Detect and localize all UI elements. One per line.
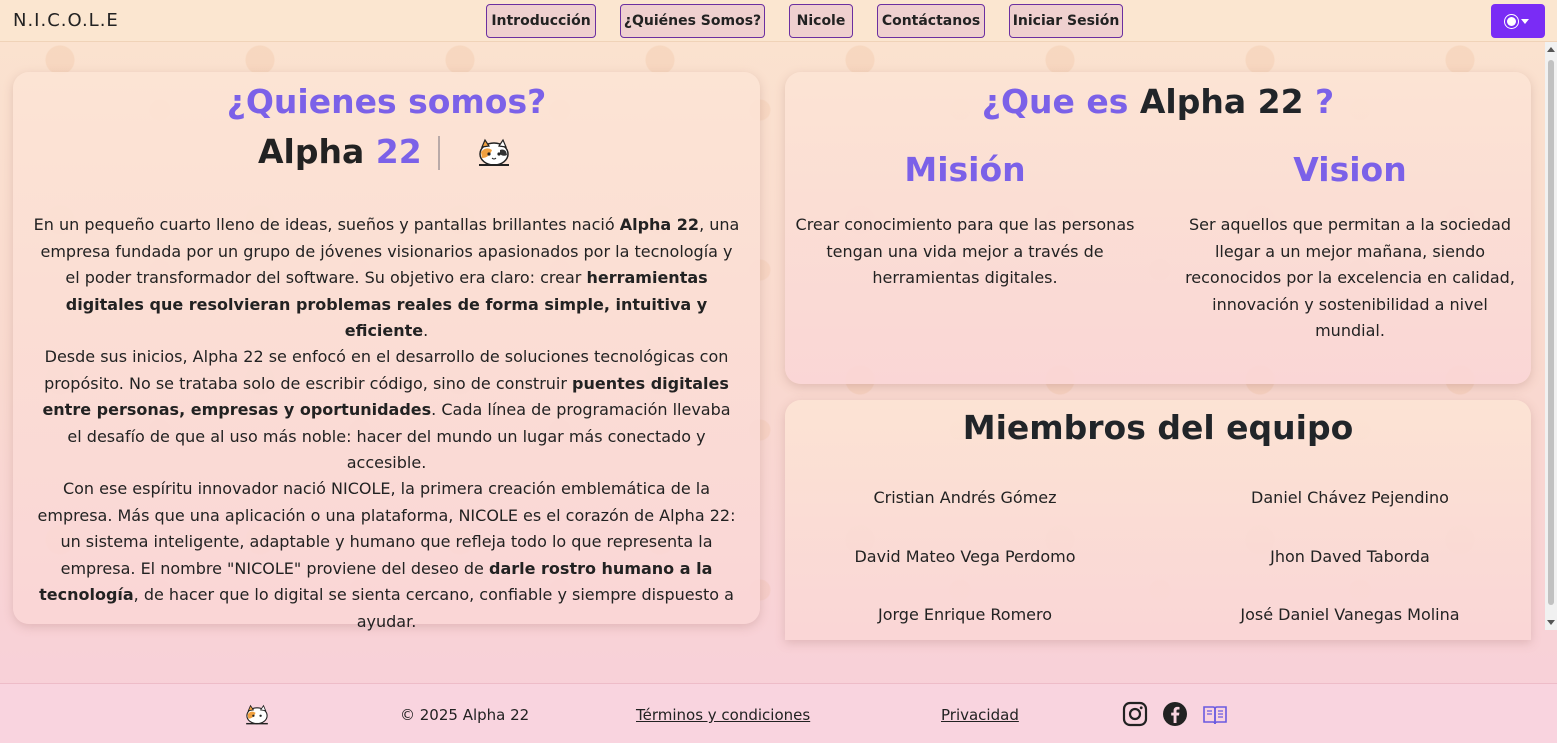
about-paragraph-2: Desde sus inicios, Alpha 22 se enfocó en… bbox=[42, 347, 731, 472]
team-card: Miembros del equipo Cristian Andrés Góme… bbox=[785, 400, 1531, 640]
nav-quienes-somos[interactable]: ¿Quiénes Somos? bbox=[620, 4, 765, 38]
page-scrollbar[interactable] bbox=[1545, 42, 1557, 630]
sun-icon bbox=[1507, 16, 1516, 26]
nicole-cat-logo-icon bbox=[479, 138, 509, 166]
footer: © 2025 Alpha 22 Términos y condiciones P… bbox=[0, 683, 1557, 743]
theme-toggle-button[interactable] bbox=[1491, 4, 1545, 38]
team-member: José Daniel Vanegas Molina bbox=[1240, 605, 1460, 624]
nav-nicole[interactable]: Nicole bbox=[789, 4, 853, 38]
facebook-icon[interactable] bbox=[1162, 701, 1188, 727]
team-member: Cristian Andrés Gómez bbox=[873, 488, 1057, 507]
what-is-title: ¿Que es Alpha 22 ? bbox=[981, 82, 1335, 121]
about-paragraph-1: En un pequeño cuarto lleno de ideas, sue… bbox=[33, 215, 740, 340]
about-paragraph-3: Con ese espíritu innovador nació NICOLE,… bbox=[37, 479, 736, 631]
scroll-up-icon[interactable] bbox=[1547, 47, 1555, 52]
brand-logo[interactable]: N.I.C.O.L.E bbox=[13, 10, 119, 31]
alpha-heading: Alpha 22 bbox=[13, 132, 760, 176]
nicole-cat-logo-icon[interactable] bbox=[244, 704, 270, 726]
nav-contactanos[interactable]: Contáctanos bbox=[877, 4, 985, 38]
vision-title: Vision bbox=[1293, 150, 1407, 189]
alpha-word: Alpha bbox=[258, 132, 365, 171]
scroll-down-icon[interactable] bbox=[1547, 620, 1555, 625]
mission-text: Crear conocimiento para que las personas… bbox=[795, 215, 1135, 287]
privacy-link[interactable]: Privacidad bbox=[941, 706, 1019, 724]
instagram-icon[interactable] bbox=[1122, 701, 1148, 727]
alpha-heading-text: Alpha 22 bbox=[258, 132, 422, 171]
navbar: N.I.C.O.L.E Introducción ¿Quiénes Somos?… bbox=[0, 0, 1557, 42]
nav-introduccion[interactable]: Introducción bbox=[486, 4, 596, 38]
about-card: ¿Quienes somos? Alpha 22 En un pequeño c… bbox=[13, 72, 760, 631]
vision-text: Ser aquellos que permitan a la sociedad … bbox=[1185, 215, 1515, 340]
team-member: David Mateo Vega Perdomo bbox=[854, 547, 1076, 566]
about-title: ¿Quienes somos? bbox=[226, 82, 547, 121]
heading-divider bbox=[438, 136, 440, 170]
what-is-card: ¿Que es Alpha 22 ? Misión Crear conocimi… bbox=[785, 72, 1531, 384]
team-member: Jorge Enrique Romero bbox=[877, 605, 1053, 624]
nav-iniciar-sesion[interactable]: Iniciar Sesión bbox=[1009, 4, 1123, 38]
team-member: Daniel Chávez Pejendino bbox=[1251, 488, 1449, 507]
chevron-down-icon bbox=[1521, 18, 1529, 24]
book-icon[interactable] bbox=[1202, 701, 1228, 727]
mission-title: Misión bbox=[904, 150, 1026, 189]
footer-copyright: © 2025 Alpha 22 bbox=[400, 706, 530, 724]
team-title: Miembros del equipo bbox=[962, 408, 1354, 447]
terms-link[interactable]: Términos y condiciones bbox=[636, 706, 810, 724]
team-member: Jhon Daved Taborda bbox=[1270, 547, 1430, 566]
scroll-thumb[interactable] bbox=[1548, 60, 1554, 605]
alpha-number: 22 bbox=[375, 132, 422, 171]
